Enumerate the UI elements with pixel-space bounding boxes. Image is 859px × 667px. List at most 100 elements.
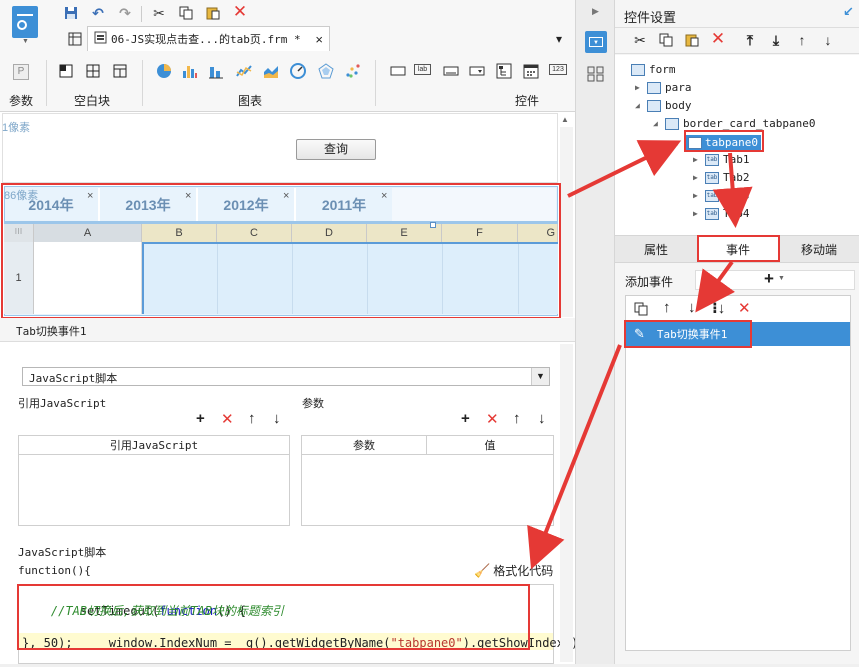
add-icon[interactable]: + — [461, 410, 470, 427]
tree-node-body[interactable]: ◢ body — [635, 99, 692, 112]
format-code-button[interactable]: 🧹 格式化代码 — [474, 562, 553, 579]
move-top-icon[interactable]: ⤒ — [741, 31, 759, 49]
move-up-icon[interactable]: ↑ — [248, 410, 256, 427]
tree-node-para[interactable]: ▶ para — [635, 81, 692, 94]
grid-view-icon[interactable] — [66, 30, 84, 48]
scatter-chart-icon[interactable] — [344, 62, 362, 80]
canvas-scrollbar[interactable] — [560, 127, 573, 317]
expand-icon[interactable]: ▶ — [693, 209, 701, 218]
copy-icon[interactable] — [657, 31, 675, 49]
tree-node-tab4[interactable]: ▶ tab Tab4 — [693, 207, 750, 220]
collapse-icon[interactable]: ◢ — [653, 119, 661, 128]
query-button[interactable]: 查询 — [296, 139, 376, 160]
tab-close-icon[interactable]: × — [87, 190, 93, 202]
collapse-icon[interactable]: ◢ — [635, 101, 643, 110]
radar-chart-icon[interactable] — [317, 62, 335, 80]
paste-icon[interactable] — [683, 31, 701, 49]
event-list-item[interactable]: ✎ Tab切换事件1 — [626, 322, 850, 346]
ref-js-table[interactable]: 引用JavaScript — [18, 435, 290, 526]
column-header[interactable]: C — [217, 224, 292, 242]
tab-2011[interactable]: 2011年 — [296, 188, 392, 222]
tree-widget-icon[interactable] — [495, 62, 513, 80]
widget-settings-button[interactable]: ▼ — [585, 31, 607, 53]
dropdown-widget-icon[interactable] — [468, 62, 486, 80]
grid-cells-selected[interactable] — [142, 242, 558, 314]
button-widget-icon[interactable] — [442, 62, 460, 80]
date-widget-icon[interactable] — [522, 62, 540, 80]
tab-block-icon[interactable] — [111, 62, 129, 80]
tab-close-icon[interactable]: × — [185, 190, 191, 202]
move-down-icon[interactable]: ↓ — [538, 410, 546, 427]
tab-properties[interactable]: 属性 — [615, 236, 697, 262]
row-header[interactable]: 1 — [4, 242, 34, 314]
absolute-block-icon[interactable] — [57, 62, 75, 80]
remove-icon[interactable]: ✕ — [221, 410, 234, 428]
param-table[interactable]: 参数 值 — [301, 435, 554, 526]
tab-menu-icon[interactable]: ▾ — [550, 30, 568, 48]
logo-dropdown-icon[interactable]: ▼ — [22, 38, 29, 45]
event-type-select[interactable]: JavaScript脚本 ▼ — [22, 367, 550, 386]
grid-cell-a1[interactable] — [34, 242, 142, 314]
expand-icon[interactable]: ▶ — [693, 191, 701, 200]
code-editor[interactable]: setTimeout(function() { //TAB切换后,获取到当前TA… — [18, 584, 586, 664]
tab-close-icon[interactable]: × — [283, 190, 289, 202]
tab-2014[interactable]: 2014年 — [4, 188, 98, 222]
paste-icon[interactable] — [204, 4, 222, 22]
move-up-icon[interactable]: ↑ — [793, 31, 811, 49]
move-down-icon[interactable]: ↓ — [819, 31, 837, 49]
move-down-icon[interactable]: ↓ — [273, 410, 281, 427]
document-tab[interactable]: 06-JS实现点击查...的tab页.frm * × — [87, 26, 330, 51]
collapse-icon[interactable]: ◢ — [673, 138, 681, 147]
copy-icon[interactable] — [632, 300, 650, 318]
tree-node-form[interactable]: form — [631, 63, 676, 76]
delete-icon[interactable]: ✕ — [231, 2, 249, 21]
tab-close-icon[interactable]: × — [381, 190, 387, 202]
tree-node-border-card[interactable]: ◢ border_card_tabpane0 — [653, 117, 815, 130]
column-header[interactable]: A — [34, 224, 142, 242]
add-icon[interactable]: + — [196, 410, 205, 427]
app-logo-icon[interactable] — [12, 6, 38, 38]
tree-node-tab3[interactable]: ▶ tab Tab3 — [693, 189, 750, 202]
column-header[interactable]: B — [142, 224, 217, 242]
close-tab-icon[interactable]: × — [315, 32, 323, 47]
line-chart-icon[interactable] — [235, 62, 253, 80]
sort-icon[interactable]: ⁝↓ — [712, 299, 725, 317]
redo-icon[interactable]: ↷ — [116, 4, 134, 22]
pie-chart-icon[interactable] — [155, 62, 173, 80]
move-bottom-icon[interactable]: ⤓ — [767, 31, 785, 49]
pin-icon[interactable]: ↙ — [843, 4, 854, 20]
bar-chart-icon[interactable] — [181, 62, 199, 80]
area-chart-icon[interactable] — [262, 62, 280, 80]
undo-icon[interactable]: ↶ — [89, 4, 107, 22]
label-widget-icon[interactable]: lab — [414, 64, 431, 75]
tree-node-tab2[interactable]: ▶ tab Tab2 — [693, 171, 750, 184]
parameter-icon[interactable]: P — [13, 64, 29, 80]
save-icon[interactable] — [62, 4, 80, 22]
layout-block-icon[interactable] — [84, 62, 102, 80]
text-widget-icon[interactable] — [389, 62, 407, 80]
column-chart-icon[interactable] — [207, 62, 225, 80]
cut-icon[interactable]: ✂ — [631, 31, 649, 49]
tab-mobile[interactable]: 移动端 — [779, 236, 859, 262]
tab-2013[interactable]: 2013年 — [100, 188, 196, 222]
gauge-chart-icon[interactable] — [289, 62, 307, 80]
move-up-icon[interactable]: ↑ — [663, 299, 671, 316]
component-icon[interactable] — [587, 66, 605, 85]
collapse-arrow-icon[interactable]: ▶ — [592, 6, 599, 17]
column-header[interactable]: F — [442, 224, 518, 242]
prop-scrollbar[interactable] — [560, 344, 573, 662]
column-header[interactable]: D — [292, 224, 367, 242]
cut-icon[interactable]: ✂ — [150, 4, 168, 22]
remove-icon[interactable]: ✕ — [486, 410, 499, 428]
chevron-down-icon[interactable]: ▼ — [531, 368, 549, 385]
move-down-icon[interactable]: ↓ — [688, 299, 696, 316]
copy-icon[interactable] — [177, 4, 195, 22]
delete-icon[interactable]: ✕ — [709, 29, 727, 48]
column-header[interactable]: G — [518, 224, 558, 242]
canvas-scroll-up-icon[interactable]: ▲ — [561, 115, 569, 124]
number-widget-icon[interactable]: 123 — [549, 64, 567, 75]
expand-icon[interactable]: ▶ — [635, 83, 643, 92]
delete-icon[interactable]: ✕ — [738, 299, 751, 317]
expand-icon[interactable]: ▶ — [693, 155, 701, 164]
move-up-icon[interactable]: ↑ — [513, 410, 521, 427]
